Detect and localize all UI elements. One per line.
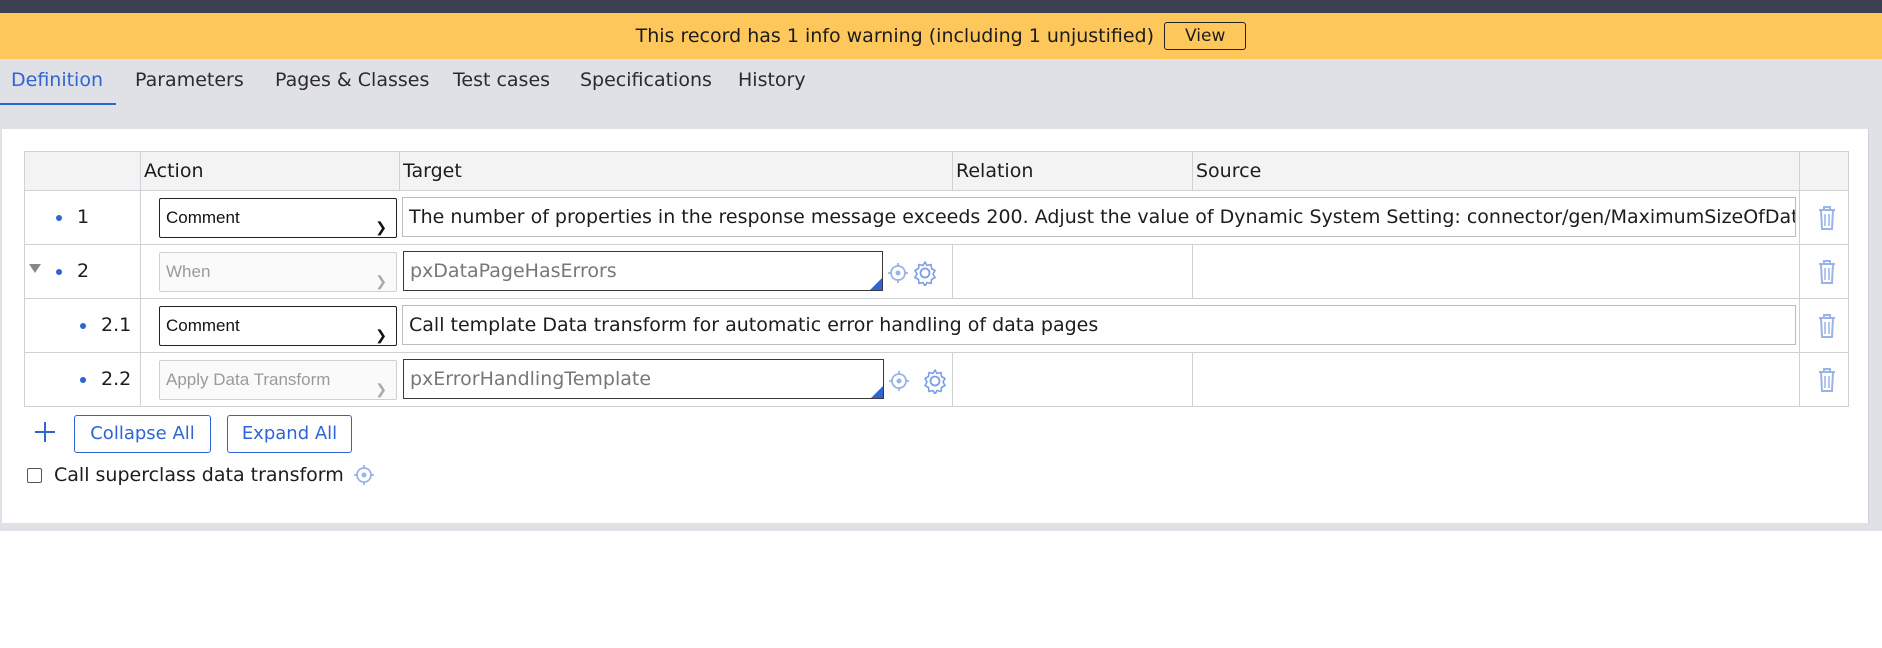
row-bullet — [56, 215, 62, 221]
trash-icon[interactable] — [1816, 313, 1838, 339]
gear-icon[interactable] — [912, 260, 938, 286]
chevron-down-icon: ❯ — [375, 273, 387, 289]
row-bullet — [56, 269, 62, 275]
chevron-down-icon: ❯ — [375, 219, 387, 235]
action-select[interactable]: When ❯ — [159, 252, 397, 292]
plus-icon[interactable] — [34, 421, 56, 443]
row-number: 2.2 — [101, 368, 132, 390]
column-header-actions — [1799, 152, 1849, 190]
action-select-value: When — [166, 262, 211, 281]
content-area: Action Target Relation Source 1 Comment … — [0, 129, 1882, 531]
target-input-value: pxDataPageHasErrors — [410, 260, 617, 282]
trash-icon[interactable] — [1816, 259, 1838, 285]
action-select-value: Apply Data Transform — [166, 370, 331, 389]
target-input-value: pxErrorHandlingTemplate — [410, 368, 652, 390]
gear-icon[interactable] — [922, 368, 948, 394]
call-superclass-option: Call superclass data transform — [27, 464, 375, 486]
row-bullet — [80, 377, 86, 383]
tab-pages-classes[interactable]: Pages & Classes — [264, 59, 440, 105]
target-input[interactable]: pxErrorHandlingTemplate — [403, 359, 884, 399]
column-header-action: Action — [140, 152, 353, 190]
app-header-bar — [0, 0, 1882, 13]
action-select-value: Comment — [166, 208, 240, 227]
action-select[interactable]: Comment ❯ — [159, 306, 397, 346]
action-select-value: Comment — [166, 316, 240, 335]
expand-caret-icon[interactable] — [29, 264, 41, 273]
chevron-down-icon: ❯ — [375, 327, 387, 343]
comment-input[interactable]: The number of properties in the response… — [402, 197, 1796, 237]
column-header-relation: Relation — [952, 152, 1192, 190]
tab-bar: Definition Parameters Pages & Classes Te… — [0, 59, 1882, 129]
autocomplete-corner-icon — [870, 278, 882, 290]
column-header-target: Target — [399, 152, 952, 190]
crosshair-icon[interactable] — [888, 370, 910, 392]
trash-icon[interactable] — [1816, 205, 1838, 231]
column-header-source: Source — [1192, 152, 1799, 190]
warning-banner: This record has 1 info warning (includin… — [0, 13, 1882, 59]
row-bullet — [80, 323, 86, 329]
definition-panel: Action Target Relation Source 1 Comment … — [2, 129, 1869, 523]
target-input[interactable]: pxDataPageHasErrors — [403, 251, 883, 291]
warning-message: This record has 1 info warning (includin… — [635, 25, 1155, 47]
action-select[interactable]: Apply Data Transform ❯ — [159, 360, 397, 400]
tab-history[interactable]: History — [727, 59, 817, 105]
collapse-all-button[interactable]: Collapse All — [74, 415, 211, 453]
row-number: 2 — [77, 260, 90, 282]
table-row: 1 Comment ❯ The number of properties in … — [24, 191, 1849, 245]
row-number: 2.1 — [101, 314, 132, 336]
action-select[interactable]: Comment ❯ — [159, 198, 397, 238]
call-superclass-checkbox[interactable] — [27, 467, 42, 483]
autocomplete-corner-icon — [871, 386, 883, 398]
crosshair-icon[interactable] — [353, 464, 375, 486]
crosshair-icon[interactable] — [887, 262, 909, 284]
tab-test-cases[interactable]: Test cases — [442, 59, 561, 105]
trash-icon[interactable] — [1816, 367, 1838, 393]
tab-parameters[interactable]: Parameters — [124, 59, 255, 105]
table-row: 2.2 Apply Data Transform ❯ pxErrorHandli… — [24, 353, 1849, 407]
table-row: 2.1 Comment ❯ Call template Data transfo… — [24, 299, 1849, 353]
tab-definition[interactable]: Definition — [0, 59, 116, 105]
tab-specifications[interactable]: Specifications — [569, 59, 723, 105]
chevron-down-icon: ❯ — [375, 381, 387, 397]
table-row: 2 When ❯ pxDataPageHasErrors — [24, 245, 1849, 299]
grid-header: Action Target Relation Source — [24, 151, 1849, 191]
view-warnings-button[interactable]: View — [1164, 22, 1247, 50]
comment-input[interactable]: Call template Data transform for automat… — [402, 305, 1796, 345]
call-superclass-label: Call superclass data transform — [54, 464, 344, 486]
row-number: 1 — [77, 206, 90, 228]
expand-all-button[interactable]: Expand All — [227, 415, 352, 453]
